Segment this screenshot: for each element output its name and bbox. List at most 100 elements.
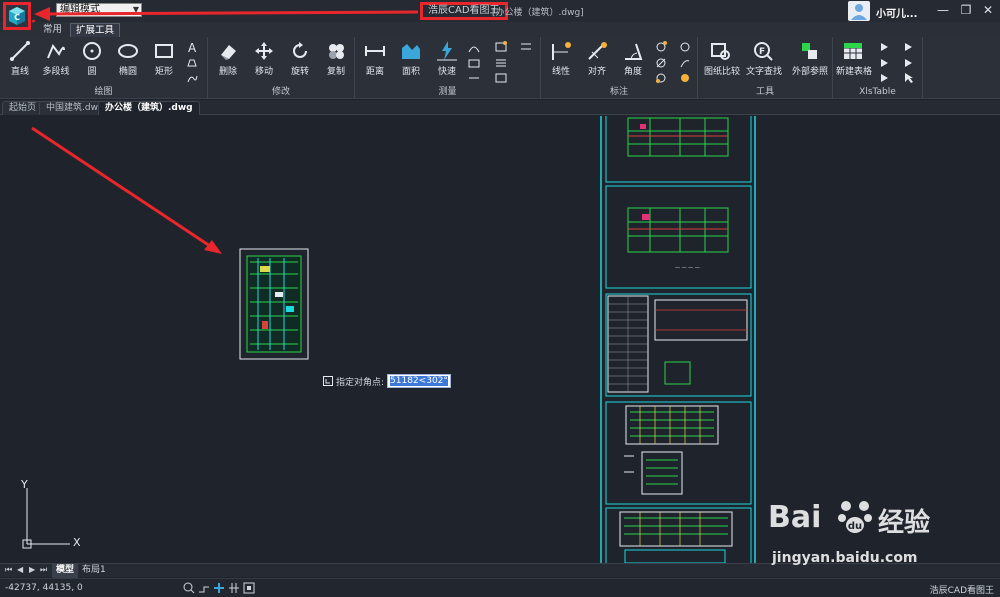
last-layout-icon[interactable]: ⏭ xyxy=(40,565,47,575)
compare-icon xyxy=(711,43,730,60)
sheet-column: — — — — xyxy=(600,116,756,563)
new-table-label: 新建表格 xyxy=(836,67,873,77)
measure-table-button[interactable] xyxy=(495,57,507,69)
text-search-button[interactable]: F 文字查找 xyxy=(746,40,782,77)
tab-extended-tools[interactable]: 扩展工具 xyxy=(70,23,121,37)
modify-group: 删除 移动 旋转 复制 修改 xyxy=(208,37,355,99)
first-layout-icon[interactable]: ⏮ xyxy=(5,565,12,575)
app-logo-button[interactable]: C xyxy=(3,2,31,30)
axis-x-label: X xyxy=(73,536,81,549)
snap-icon[interactable] xyxy=(213,582,225,594)
leader-button[interactable] xyxy=(679,41,691,53)
grid-measure-icon xyxy=(521,43,531,50)
area-tool-button[interactable]: 面积 xyxy=(394,40,428,77)
linear-dimension-icon xyxy=(552,42,571,60)
rectangle-tool-button[interactable]: 矩形 xyxy=(147,40,181,77)
svg-text:A: A xyxy=(188,41,197,53)
status-brand: 浩辰CAD看图王 xyxy=(929,586,994,596)
measure-coords-button[interactable] xyxy=(468,57,480,69)
delete-tool-button[interactable]: 删除 xyxy=(211,40,245,77)
sketch-tool-button[interactable] xyxy=(186,72,198,84)
note-icon xyxy=(680,60,690,68)
user-avatar[interactable] xyxy=(848,1,870,21)
area-icon xyxy=(402,44,420,59)
mark-button[interactable] xyxy=(679,72,691,84)
move-tool-button[interactable]: 移动 xyxy=(247,40,281,77)
table-insert-icon xyxy=(881,43,888,51)
radius-dim-button[interactable] xyxy=(655,41,667,53)
linear-dim-button[interactable]: 线性 xyxy=(544,40,578,77)
measure-list-button[interactable] xyxy=(495,72,507,84)
table-pointer-button[interactable] xyxy=(903,72,915,84)
compare-drawings-button[interactable]: 图纸比较 xyxy=(704,40,740,77)
sum-icon xyxy=(495,41,507,52)
measure-arc-button[interactable] xyxy=(468,41,480,53)
line-icon xyxy=(10,41,30,61)
angle-dim-button[interactable]: 角度 xyxy=(616,40,650,77)
fullscreen-icon[interactable] xyxy=(243,582,255,594)
command-prompt: 指定对角点: 51182<302° xyxy=(323,374,451,388)
length-icon xyxy=(469,77,479,79)
tab-common[interactable]: 常用 xyxy=(38,23,67,37)
minimize-button[interactable]: — xyxy=(935,3,951,17)
table-export-button[interactable] xyxy=(879,57,891,69)
table-insert-button[interactable] xyxy=(879,41,891,53)
paw-icon: du xyxy=(838,501,872,533)
grid-icon[interactable] xyxy=(228,582,240,594)
measure-extra-button[interactable] xyxy=(520,41,532,53)
command-input-value: 51182<302° xyxy=(390,376,448,386)
close-button[interactable]: ✕ xyxy=(980,3,996,17)
delete-tool-label: 删除 xyxy=(218,67,237,77)
command-input[interactable]: 51182<302° xyxy=(387,374,451,388)
watermark-logo: Bai xyxy=(768,500,822,535)
copy-icon xyxy=(329,44,344,59)
cloud-tool-button[interactable] xyxy=(186,57,198,69)
table-link-button[interactable] xyxy=(903,57,915,69)
measure-length-button[interactable] xyxy=(468,72,480,84)
user-name[interactable]: 小可儿... xyxy=(876,5,917,20)
distance-icon xyxy=(365,46,385,56)
watermark-cn: 经验 xyxy=(878,508,931,538)
ellipse-tool-button[interactable]: 椭圆 xyxy=(111,40,145,77)
next-layout-icon[interactable]: ▶ xyxy=(29,565,35,574)
text-tool-button[interactable]: A xyxy=(186,41,198,55)
tools-group: 图纸比较 F 文字查找 外部参照 工具 xyxy=(698,37,833,99)
quick-measure-label: 快速 xyxy=(437,67,456,77)
tab-office-building[interactable]: 办公楼（建筑）.dwg xyxy=(98,101,200,115)
mode-select[interactable]: 编辑模式 ▼ xyxy=(56,3,142,17)
ellipse-icon xyxy=(118,44,138,58)
circle-tool-button[interactable]: 圆 xyxy=(75,40,109,77)
zoom-icon[interactable] xyxy=(183,582,195,594)
line-tool-button[interactable]: 直线 xyxy=(3,40,37,77)
note-button[interactable] xyxy=(679,57,691,69)
table-select-icon xyxy=(881,74,888,82)
rotate-tool-button[interactable]: 旋转 xyxy=(283,40,317,77)
status-bar: -42737, 44135, 0 浩辰CAD看图王 xyxy=(0,578,1000,597)
cad-viewer-window: C 编辑模式 ▼ 浩辰CAD看图王 [办公楼（建筑）.dwg] 小可儿... —… xyxy=(0,0,1000,597)
prev-layout-icon[interactable]: ◀ xyxy=(17,565,23,574)
copy-tool-button[interactable]: 复制 xyxy=(319,40,353,77)
restore-button[interactable]: ❐ xyxy=(958,3,974,17)
distance-tool-button[interactable]: 距离 xyxy=(358,40,392,77)
table-update-icon xyxy=(905,43,912,51)
table-update-button[interactable] xyxy=(903,41,915,53)
table-select-button[interactable] xyxy=(879,72,891,84)
arc-length-button[interactable] xyxy=(655,72,667,84)
circle-icon xyxy=(83,42,101,60)
angle-icon xyxy=(625,43,643,60)
xref-button[interactable]: 外部参照 xyxy=(792,40,828,77)
quick-measure-button[interactable]: 快速 xyxy=(430,40,464,77)
aligned-dim-button[interactable]: 对齐 xyxy=(580,40,614,77)
xref-icon xyxy=(802,43,817,59)
new-table-button[interactable]: 新建表格 xyxy=(836,40,873,77)
tab-model[interactable]: 模型 xyxy=(52,564,79,578)
circle-tool-label: 圆 xyxy=(87,67,97,77)
polyline-tool-button[interactable]: 多段线 xyxy=(39,40,73,77)
tab-layout1[interactable]: 布局1 xyxy=(78,564,110,578)
diameter-dim-button[interactable] xyxy=(655,57,667,69)
tab-start-page[interactable]: 起始页 xyxy=(2,101,44,115)
aligned-dimension-icon xyxy=(588,42,607,60)
watermark-du: du xyxy=(848,521,862,532)
ortho-icon[interactable] xyxy=(198,582,210,594)
measure-sum-button[interactable] xyxy=(495,41,507,53)
